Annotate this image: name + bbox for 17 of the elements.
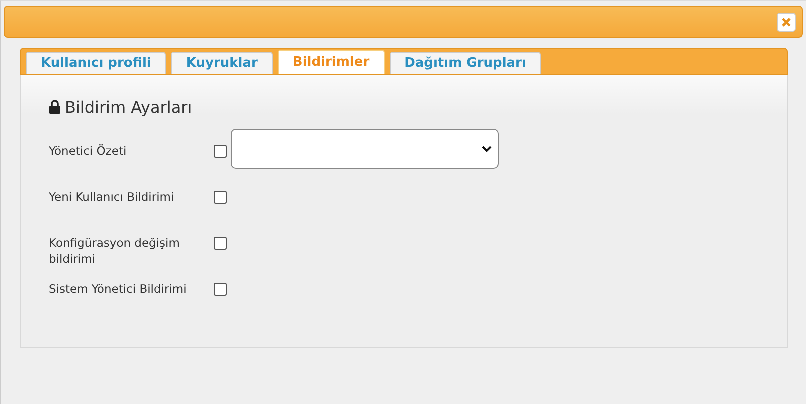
- setting-label: Sistem Yönetici Bildirimi: [49, 281, 188, 297]
- section-title: Bildirim Ayarları: [65, 98, 192, 116]
- tab[interactable]: Kuyruklar: [171, 52, 273, 74]
- checkbox[interactable]: [214, 283, 227, 296]
- setting-label: Yönetici Özeti: [49, 143, 128, 159]
- tab[interactable]: Bildirimler: [278, 50, 385, 74]
- tab[interactable]: Kullanıcı profili: [26, 52, 166, 74]
- chevron-icon: [482, 146, 492, 152]
- dropdown-field[interactable]: [231, 129, 499, 169]
- setting-label: Yeni Kullanıcı Bildirimi: [49, 189, 176, 205]
- setting-label: Konfigürasyon değişim bildirimi: [49, 235, 181, 267]
- tab[interactable]: Dağıtım Grupları: [390, 52, 542, 74]
- lock-icon: [49, 100, 61, 114]
- close-icon: [782, 18, 791, 26]
- checkbox[interactable]: [214, 145, 227, 158]
- checkbox[interactable]: [214, 237, 227, 250]
- checkbox[interactable]: [214, 191, 227, 204]
